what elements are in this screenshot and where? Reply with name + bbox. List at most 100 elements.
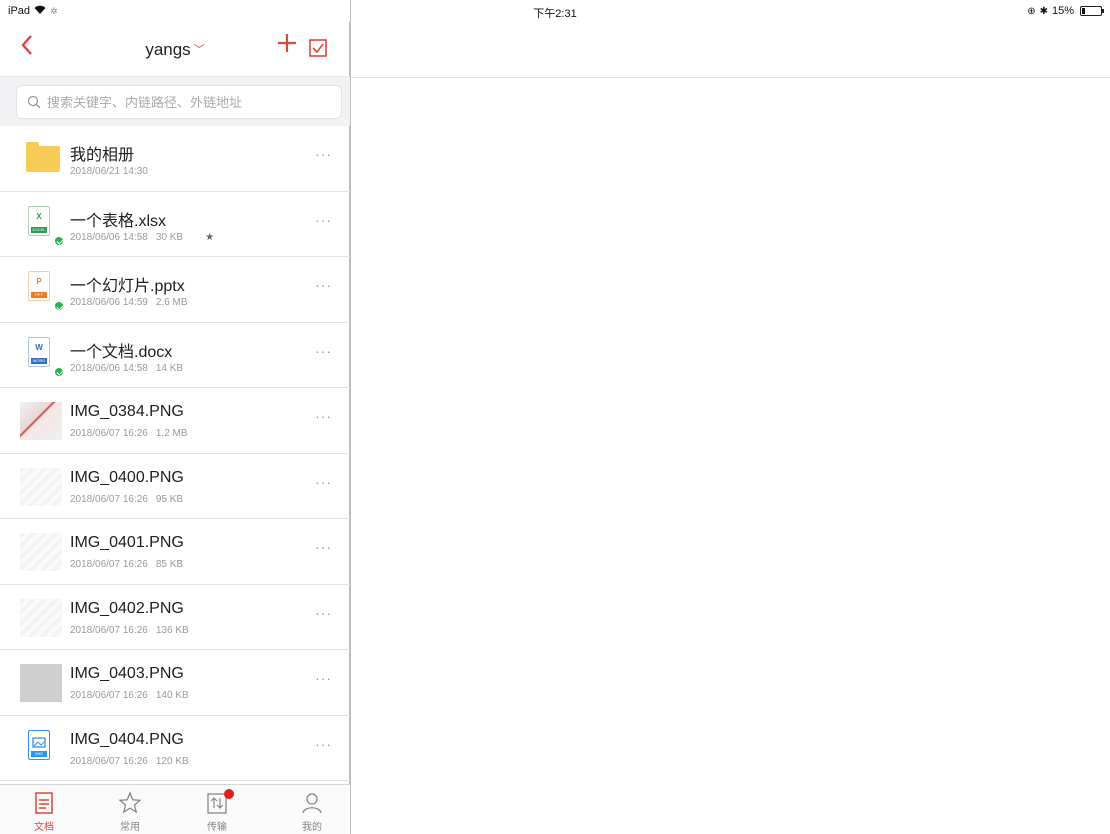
folder-icon — [26, 142, 60, 172]
file-name: IMG_0404.PNG — [70, 730, 184, 748]
file-date: 2018/06/21 14:30 — [70, 166, 148, 177]
file-date: 2018/06/07 16:26 — [70, 428, 148, 439]
image-thumbnail — [20, 664, 62, 702]
folder-title-text: yangs — [145, 40, 191, 59]
more-options-button[interactable]: ··· — [315, 605, 332, 621]
file-size: 85 KB — [155, 559, 184, 570]
file-meta: 2018/06/21 14:30 — [70, 166, 148, 177]
synced-check-icon — [54, 301, 64, 311]
tab-favorites[interactable]: 常用 — [100, 791, 160, 833]
file-size: 120 KB — [155, 755, 189, 767]
transfer-icon — [187, 791, 247, 817]
file-date: 2018/06/07 16:26 — [70, 690, 148, 701]
file-meta: 2018/06/07 16:26 85 KB — [70, 559, 183, 570]
tab-profile[interactable]: 我的 — [282, 791, 342, 833]
file-size: 95 KB — [155, 493, 184, 505]
image-file-icon: IMG — [28, 729, 50, 760]
file-row[interactable]: IMG_0402.PNG 2018/06/07 16:26 136 KB ··· — [0, 585, 350, 650]
document-icon — [14, 791, 74, 817]
tab-label: 我的 — [302, 822, 322, 833]
more-options-button[interactable]: ··· — [315, 474, 332, 490]
file-size: 30 KB — [155, 231, 184, 243]
image-thumbnail — [20, 598, 62, 637]
file-meta: 2018/06/06 14:59 2.6 MB — [70, 297, 188, 308]
file-date: 2018/06/06 14:58 — [70, 231, 148, 243]
lock-rotation-icon: ⊕ — [1027, 5, 1036, 17]
status-bar: iPad ✲ 下午2:31 ⊕ ✱ 15% — [0, 0, 1110, 22]
file-name: 一个幻灯片.pptx — [70, 278, 185, 295]
image-thumbnail — [20, 402, 62, 440]
file-browser-panel: yangs﹀ 我的相册 2018 — [0, 22, 350, 834]
file-row[interactable]: P PPT 一个幻灯片.pptx 2018/06/06 14:59 2.6 MB … — [0, 257, 350, 323]
file-row[interactable]: 我的相册 2018/06/21 14:30 ··· — [0, 126, 350, 192]
file-row[interactable]: IMG_0384.PNG 2018/06/07 16:26 1.2 MB ··· — [0, 388, 350, 454]
file-row[interactable]: IMG_0403.PNG 2018/06/07 16:26 140 KB ··· — [0, 650, 350, 716]
file-date: 2018/06/07 16:26 — [70, 559, 148, 570]
file-row[interactable]: IMG_0401.PNG 2018/06/07 16:26 85 KB ··· — [0, 519, 350, 585]
more-options-button[interactable]: ··· — [315, 670, 332, 686]
nav-bar: yangs ﹀ — [0, 22, 349, 76]
file-date: 2018/06/06 14:58 — [70, 362, 148, 374]
more-options-button[interactable]: ··· — [315, 277, 332, 293]
file-name: 我的相册 — [70, 147, 135, 164]
file-row[interactable]: IMG IMG_0404.PNG 2018/06/07 16:26 120 KB … — [0, 716, 350, 781]
file-date: 2018/06/07 16:26 — [70, 755, 148, 767]
pptx-file-icon: P PPT — [28, 271, 50, 301]
select-button[interactable] — [309, 39, 327, 57]
file-meta: 2018/06/07 16:26 95 KB — [70, 494, 183, 505]
file-name: IMG_0402.PNG — [70, 599, 184, 617]
search-icon — [27, 95, 41, 109]
file-size: 140 KB — [155, 690, 189, 701]
file-name: IMG_0403.PNG — [70, 665, 184, 682]
file-size: 136 KB — [155, 624, 189, 636]
more-options-button[interactable]: ··· — [315, 408, 332, 424]
star-marked-icon: ★ — [205, 231, 215, 243]
file-size: 2.6 MB — [155, 297, 188, 308]
file-name: IMG_0384.PNG — [70, 403, 184, 420]
file-row[interactable]: X EXCEL 一个表格.xlsx 2018/06/06 14:58 30 KB ★… — [0, 192, 350, 257]
image-thumbnail — [20, 467, 62, 506]
file-list: 我的相册 2018/06/21 14:30 ··· X EXCEL 一个表格.x… — [0, 126, 350, 781]
app-root: iPad ✲ 下午2:31 ⊕ ✱ 15% yangs ﹀ 搜索关键字、内链路径… — [0, 0, 1110, 834]
split-divider[interactable] — [350, 0, 351, 834]
file-size: 14 KB — [155, 362, 184, 374]
image-thumbnail — [20, 533, 62, 571]
status-right: ⊕ ✱ 15% — [1027, 5, 1104, 17]
file-date: 2018/06/06 14:59 — [70, 297, 148, 308]
file-name: IMG_0400.PNG — [70, 468, 184, 486]
tab-transfer[interactable]: 传输 — [187, 789, 247, 833]
notification-badge — [224, 789, 234, 799]
file-row[interactable]: W WORD 一个文档.docx 2018/06/06 14:58 14 KB ·… — [0, 323, 350, 388]
more-options-button[interactable]: ··· — [315, 146, 332, 162]
add-button[interactable] — [275, 32, 299, 60]
more-options-button[interactable]: ··· — [315, 736, 332, 752]
file-meta: 2018/06/07 16:26 136 KB — [70, 625, 189, 636]
synced-check-icon — [54, 235, 64, 246]
file-meta: 2018/06/07 16:26 1.2 MB — [70, 428, 188, 439]
file-name: 一个表格.xlsx — [70, 212, 167, 230]
status-time: 下午2:31 — [533, 8, 577, 20]
profile-icon — [282, 791, 342, 817]
tab-label: 文档 — [34, 822, 54, 833]
search-bar-container — [0, 76, 350, 126]
search-input[interactable] — [47, 94, 327, 110]
detail-header-separator — [351, 77, 1110, 78]
file-meta: 2018/06/06 14:58 30 KB ★ — [70, 232, 214, 243]
more-options-button[interactable]: ··· — [315, 343, 332, 359]
xlsx-file-icon: X EXCEL — [28, 205, 50, 236]
search-box[interactable] — [16, 85, 342, 119]
star-icon — [100, 791, 160, 817]
chevron-down-icon: ﹀ — [193, 44, 205, 56]
file-date: 2018/06/07 16:26 — [70, 493, 148, 505]
bluetooth-icon: ✱ — [1039, 5, 1048, 17]
plus-icon — [278, 34, 296, 52]
file-meta: 2018/06/07 16:26 120 KB — [70, 756, 189, 767]
battery-icon — [1080, 6, 1104, 16]
more-options-button[interactable]: ··· — [315, 539, 332, 555]
tab-documents[interactable]: 文档 — [14, 791, 74, 833]
battery-level — [1082, 8, 1085, 14]
file-date: 2018/06/07 16:26 — [70, 624, 148, 636]
file-row[interactable]: IMG_0400.PNG 2018/06/07 16:26 95 KB ··· — [0, 454, 350, 519]
tab-bar: 文档 常用 传输 我的 — [0, 784, 350, 834]
more-options-button[interactable]: ··· — [315, 212, 332, 228]
